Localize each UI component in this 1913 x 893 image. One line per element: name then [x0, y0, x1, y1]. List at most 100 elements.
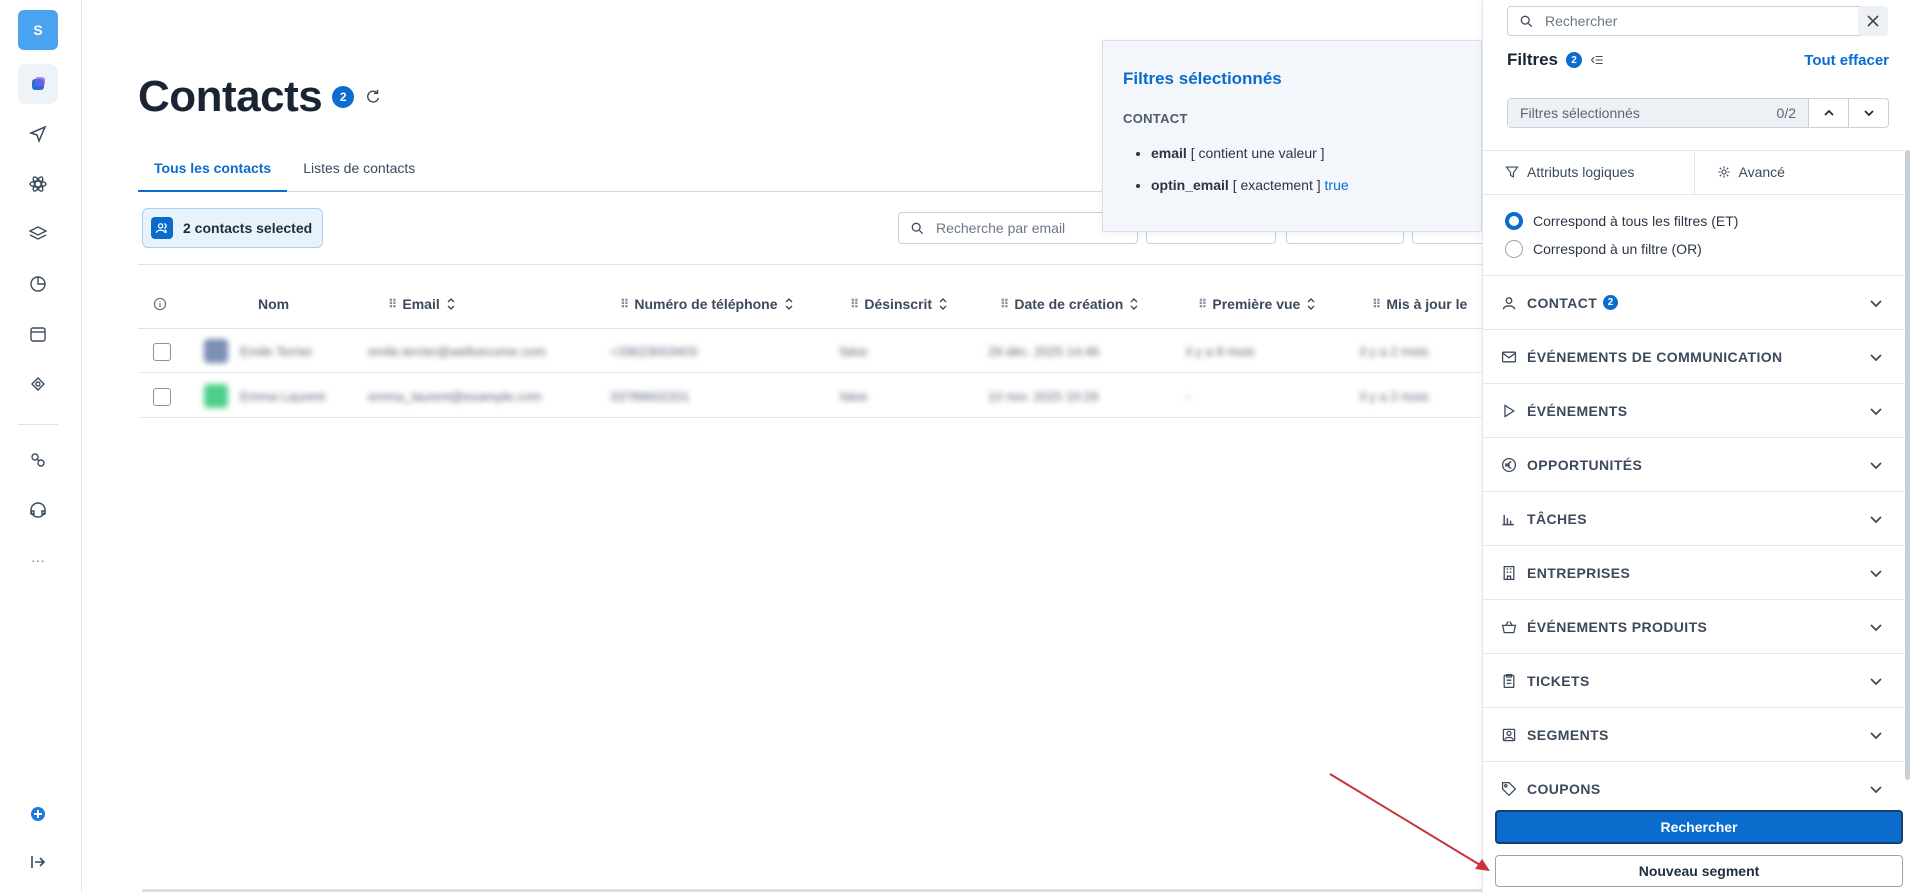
column-header-created[interactable]: ⠿ Date de création — [1000, 296, 1139, 312]
blurred-row-content: Emile Terrier emile.terrier@wellvecome.c… — [198, 333, 1454, 369]
row-checkbox[interactable] — [153, 388, 171, 406]
euro-icon — [1501, 457, 1517, 472]
filter-operator: [ contient une valeur ] — [1190, 145, 1325, 161]
layers-nav-icon[interactable] — [18, 214, 58, 254]
column-header-updated[interactable]: ⠿ Mis à jour le — [1372, 296, 1467, 312]
panel-scrollbar[interactable] — [1905, 150, 1910, 780]
selected-filters-text: Filtres sélectionnés — [1520, 105, 1640, 121]
table-row[interactable]: Emma Laurent emma_laurent@example.com 33… — [138, 374, 1482, 418]
column-header-name-label: Nom — [258, 296, 290, 312]
chevron-down-icon — [1870, 624, 1882, 632]
gear-icon — [1717, 166, 1730, 178]
cell-phone: +33623003403 — [610, 343, 698, 359]
segment-icon — [1502, 728, 1516, 741]
cell-updated: il y a 2 mois — [1360, 388, 1429, 404]
drag-handle-icon[interactable]: ⠿ — [1372, 297, 1381, 311]
calendar-nav-icon[interactable] — [18, 314, 58, 354]
analytics-nav-icon[interactable] — [18, 264, 58, 304]
cell-unsubscribed: false — [840, 343, 868, 359]
add-nav-icon[interactable] — [18, 794, 58, 834]
workspace-avatar[interactable]: S — [18, 10, 58, 50]
filter-section-companies[interactable]: ENTREPRISES — [1483, 545, 1905, 599]
drag-handle-icon[interactable]: ⠿ — [1198, 297, 1207, 311]
page-title: Contacts — [138, 72, 323, 121]
sort-icon[interactable] — [784, 297, 794, 311]
chevron-down-icon — [1870, 786, 1882, 794]
column-header-unsubscribed[interactable]: ⠿ Désinscrit — [850, 296, 948, 312]
radio-selected[interactable] — [1505, 212, 1523, 230]
sort-icon[interactable] — [446, 297, 456, 311]
section-label: ÉVÉNEMENTS DE COMMUNICATION — [1527, 348, 1783, 365]
drag-handle-icon[interactable]: ⠿ — [388, 297, 397, 311]
filter-section-opportunities[interactable]: OPPORTUNITÉS — [1483, 437, 1905, 491]
chevron-down-icon — [1870, 462, 1882, 470]
filter-section-product-events[interactable]: ÉVÉNEMENTS PRODUITS — [1483, 599, 1905, 653]
drag-handle-icon[interactable]: ⠿ — [1000, 297, 1009, 311]
match-all-radio[interactable]: Correspond à tous les filtres (ET) — [1505, 212, 1738, 230]
more-nav-icon[interactable]: ··· — [18, 540, 58, 580]
selected-filters-count: 0/2 — [1776, 105, 1796, 121]
table-header: Nom ⠿ Email ⠿ Numéro de téléphone ⠿ Dési… — [138, 282, 1482, 328]
integrations-nav-icon[interactable] — [18, 440, 58, 480]
support-nav-icon[interactable] — [18, 490, 58, 530]
drag-handle-icon[interactable]: ⠿ — [620, 297, 629, 311]
filter-section-tasks[interactable]: TÂCHES — [1483, 491, 1905, 545]
column-header-phone[interactable]: ⠿ Numéro de téléphone — [620, 296, 794, 312]
popover-section-label: CONTACT — [1123, 111, 1188, 126]
match-any-radio[interactable]: Correspond à un filtre (OR) — [1505, 240, 1702, 258]
drag-handle-icon[interactable]: ⠿ — [850, 297, 859, 311]
column-header-name[interactable]: Nom — [258, 296, 289, 312]
close-panel-button[interactable] — [1858, 6, 1888, 36]
chevron-down-icon — [1870, 408, 1882, 416]
filter-section-tickets[interactable]: TICKETS — [1483, 653, 1905, 707]
email-search-placeholder: Recherche par email — [936, 220, 1066, 236]
match-all-label: Correspond à tous les filtres (ET) — [1533, 213, 1739, 229]
cell-created: 29 déc. 2025 14:46 — [988, 343, 1100, 359]
tab-contact-lists[interactable]: Listes de contacts — [287, 150, 431, 192]
filter-list-icon[interactable] — [1590, 53, 1604, 67]
filter-operator: [ exactement ] — [1232, 177, 1321, 193]
previous-filter-button[interactable] — [1808, 99, 1848, 127]
collapse-nav-icon[interactable] — [18, 842, 58, 882]
page-title-row: Contacts 2 — [138, 72, 382, 122]
popover-title: Filtres sélectionnés — [1123, 69, 1282, 88]
filter-section-contact[interactable]: CONTACT 2 — [1483, 275, 1905, 329]
sort-icon[interactable] — [938, 297, 948, 311]
row-checkbox[interactable] — [153, 343, 171, 361]
column-header-first-seen[interactable]: ⠿ Première vue — [1198, 296, 1316, 312]
panel-footer: Rechercher Nouveau segment — [1483, 800, 1913, 893]
automation-nav-icon[interactable] — [18, 164, 58, 204]
filters-search-input[interactable]: Rechercher — [1507, 6, 1873, 36]
section-label: COUPONS — [1527, 780, 1601, 797]
tab-all-contacts[interactable]: Tous les contacts — [138, 150, 288, 192]
app: S ··· Contacts 2 Tous les contacts Liste… — [0, 0, 1913, 893]
selection-label: 2 contacts selected — [183, 220, 313, 236]
radio-unselected[interactable] — [1505, 240, 1523, 258]
campaigns-nav-icon[interactable] — [18, 114, 58, 154]
table-row[interactable]: Emile Terrier emile.terrier@wellvecome.c… — [138, 329, 1482, 373]
filters-heading: Filtres 2 — [1507, 50, 1604, 70]
next-filter-button[interactable] — [1848, 99, 1888, 127]
column-header-email-label: Email — [402, 296, 440, 312]
filter-section-segments[interactable]: SEGMENTS — [1483, 707, 1905, 761]
section-label: TÂCHES — [1527, 510, 1587, 527]
horizontal-scrollbar[interactable] — [142, 889, 1562, 892]
cell-updated: il y a 2 mois — [1360, 343, 1429, 359]
column-header-email[interactable]: ⠿ Email — [388, 296, 456, 312]
selection-chip[interactable]: 2 contacts selected — [142, 208, 324, 248]
contacts-nav-icon[interactable] — [18, 64, 58, 104]
sort-icon[interactable] — [1129, 297, 1139, 311]
mail-icon — [1501, 351, 1517, 362]
clear-all-button[interactable]: Tout effacer — [1804, 52, 1889, 69]
sort-icon[interactable] — [1306, 297, 1316, 311]
deals-nav-icon[interactable] — [18, 364, 58, 404]
selected-filters-label[interactable]: Filtres sélectionnés 0/2 — [1508, 99, 1808, 127]
tab-logical-attributes[interactable]: Attributs logiques — [1483, 150, 1694, 194]
filter-section-events[interactable]: ÉVÉNEMENTS — [1483, 383, 1905, 437]
filter-section-communication-events[interactable]: ÉVÉNEMENTS DE COMMUNICATION — [1483, 329, 1905, 383]
new-segment-button[interactable]: Nouveau segment — [1495, 855, 1903, 887]
search-button[interactable]: Rechercher — [1495, 810, 1903, 844]
refresh-icon[interactable] — [364, 88, 382, 106]
popover-filter-item: email [ contient une valeur ] — [1151, 145, 1349, 161]
tab-advanced[interactable]: Avancé — [1693, 150, 1906, 194]
